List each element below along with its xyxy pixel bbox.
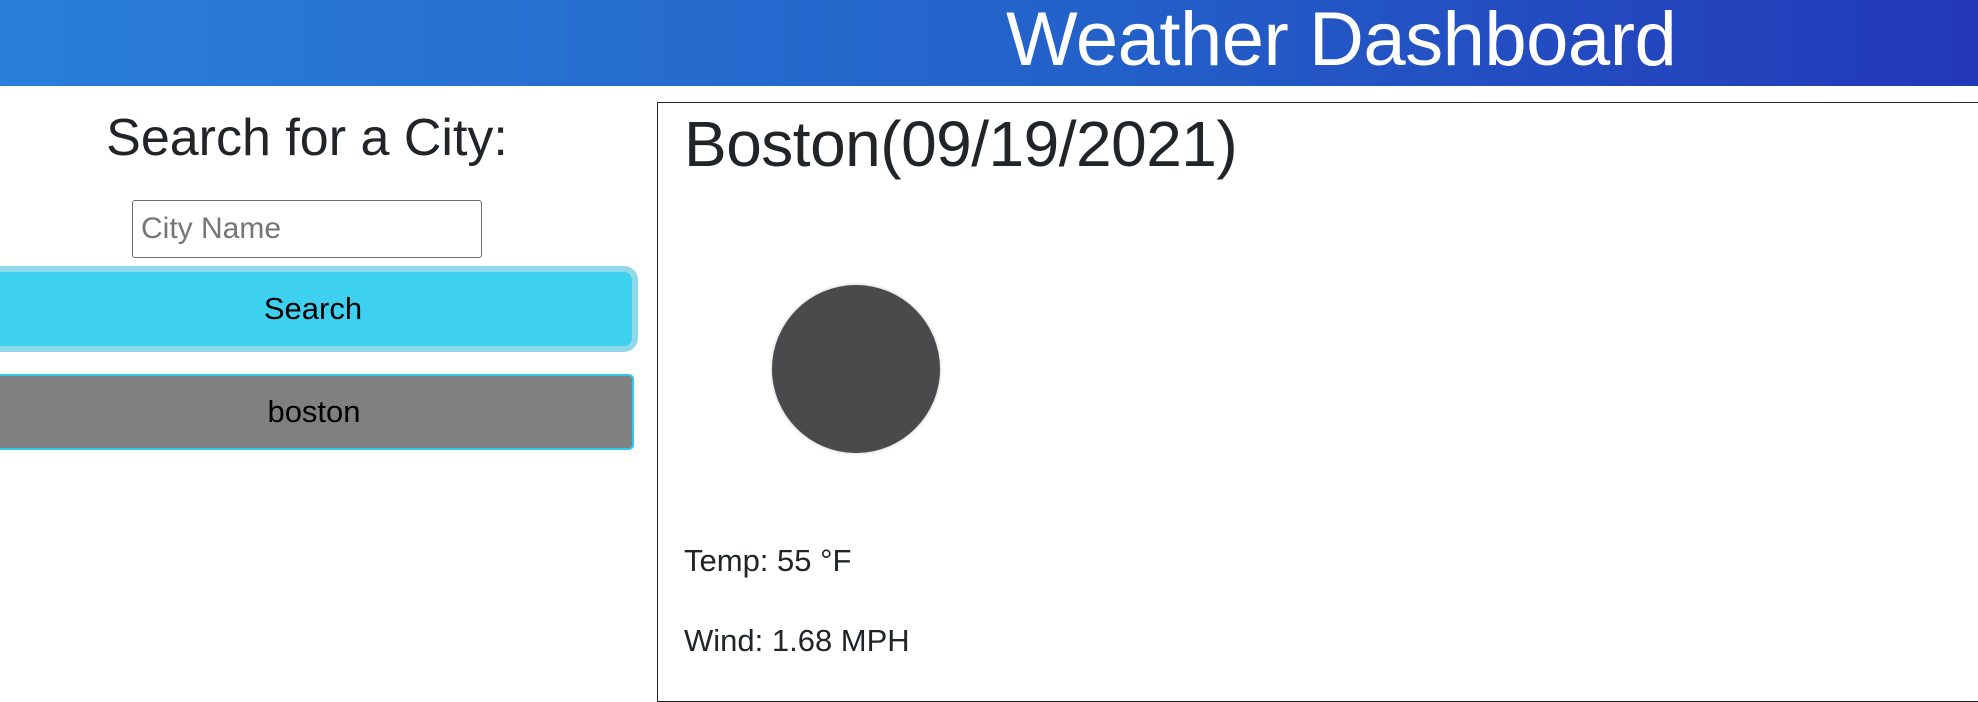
history-item-boston[interactable]: boston: [0, 374, 634, 450]
search-sidebar: Search for a City: Search boston: [0, 86, 650, 666]
wind-reading: Wind: 1.68 MPH: [684, 623, 910, 658]
search-heading: Search for a City:: [106, 109, 508, 167]
weather-condition-icon: [772, 285, 940, 453]
temperature-reading: Temp: 55 °F: [684, 543, 852, 578]
page-title: Weather Dashboard: [1006, 0, 1677, 82]
search-button[interactable]: Search: [0, 272, 632, 346]
city-search-input[interactable]: [132, 200, 482, 258]
current-weather-card: Boston(09/19/2021) Temp: 55 °F Wind: 1.6…: [657, 102, 1978, 702]
app-header: Weather Dashboard: [0, 0, 1978, 86]
city-date-title: Boston(09/19/2021): [684, 108, 1238, 180]
